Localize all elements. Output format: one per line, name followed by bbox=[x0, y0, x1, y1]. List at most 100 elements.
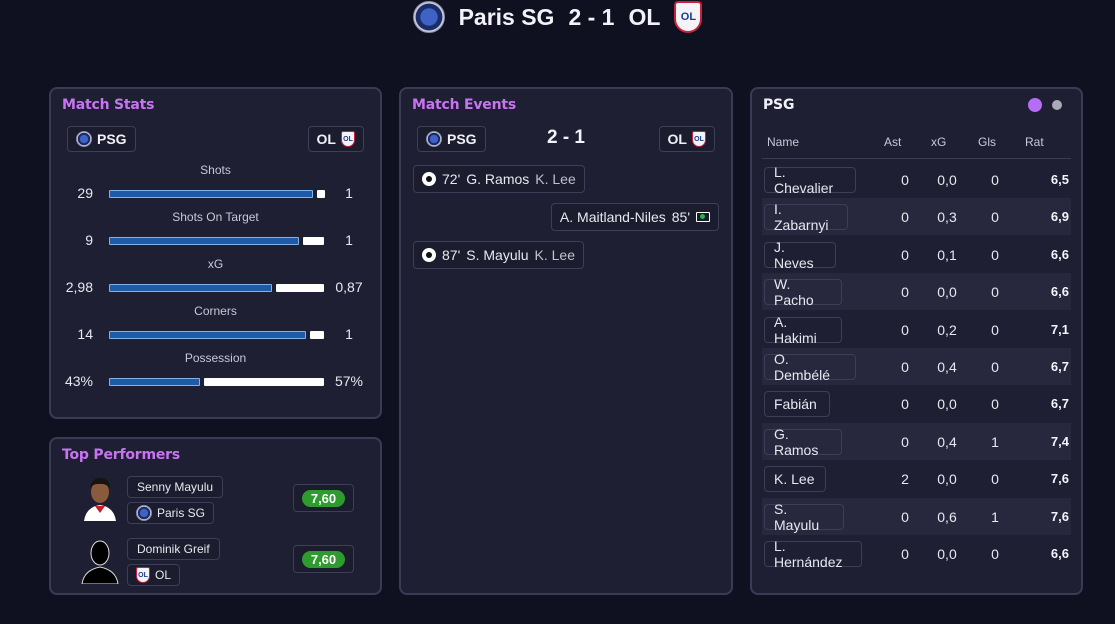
player-xg: 0,2 bbox=[937, 321, 957, 338]
stat-away-bar bbox=[317, 190, 325, 198]
top-performers-title: Top Performers bbox=[62, 447, 180, 463]
stat-label: Shots On Target bbox=[172, 210, 259, 224]
player-goals: 0 bbox=[991, 172, 999, 188]
player-name[interactable]: S. Mayulu bbox=[764, 501, 844, 533]
player-assists: 0 bbox=[901, 209, 909, 226]
player-rating: 7,6 bbox=[1050, 471, 1069, 487]
match-score: 2 - 1 bbox=[568, 3, 615, 30]
player-rating: 6,6 bbox=[1050, 246, 1069, 262]
event-substitution: A. Maitland-Niles 85' bbox=[550, 203, 719, 231]
table-row[interactable]: G. Ramos 0 0,4 1 7,4 bbox=[762, 422, 1071, 460]
table-row[interactable]: S. Mayulu 0 0,6 1 7,6 bbox=[762, 497, 1071, 535]
player-assists: 0 bbox=[901, 396, 909, 413]
away-team-abbr: OL bbox=[667, 131, 687, 147]
performer-team: Paris SG bbox=[127, 502, 215, 524]
player-goals: 1 bbox=[991, 508, 999, 525]
stat-home-bar bbox=[109, 237, 299, 245]
stat-home-value: 9 bbox=[85, 232, 93, 248]
column-header-rat: Rat bbox=[1025, 135, 1044, 149]
player-silhouette-avatar bbox=[81, 540, 119, 584]
stat-label: Possession bbox=[184, 351, 247, 365]
player-rating: 6,9 bbox=[1050, 209, 1069, 225]
table-row[interactable]: L. Hernández 0 0,0 0 6,6 bbox=[762, 535, 1071, 572]
player-name[interactable]: L. Hernández bbox=[764, 538, 862, 570]
player-assists: 0 bbox=[901, 546, 909, 562]
stat-away-bar bbox=[310, 331, 324, 339]
performer-rating: 7,60 bbox=[293, 484, 354, 512]
away-team-pill: OL OL bbox=[307, 126, 364, 152]
substitution-icon bbox=[696, 212, 710, 222]
player-goals: 0 bbox=[991, 209, 999, 226]
ol-crest-icon: OL bbox=[692, 131, 706, 147]
away-team-abbr: OL bbox=[316, 131, 336, 147]
player-rating: 7,4 bbox=[1050, 433, 1069, 449]
player-name[interactable]: A. Hakimi bbox=[764, 314, 842, 346]
team-toggle-active[interactable] bbox=[1028, 98, 1042, 112]
player-assists: 0 bbox=[901, 321, 909, 338]
performer-team: OL OL bbox=[127, 564, 181, 586]
player-goals: 0 bbox=[991, 396, 999, 413]
match-header: Paris SG 2 - 1 OL OL bbox=[0, 0, 1115, 34]
player-name[interactable]: G. Ramos bbox=[764, 426, 842, 458]
player-rating: 6,6 bbox=[1050, 284, 1069, 300]
stat-away-bar bbox=[276, 284, 324, 292]
stat-home-bar bbox=[109, 378, 200, 386]
player-goals: 0 bbox=[991, 471, 999, 488]
away-team-name: OL bbox=[628, 3, 661, 30]
player-xg: 0,0 bbox=[937, 471, 957, 488]
performer-rating: 7,60 bbox=[293, 545, 354, 573]
player-goals: 1 bbox=[991, 433, 999, 450]
psg-crest-icon bbox=[412, 1, 445, 33]
player-name[interactable]: L. Chevalier bbox=[764, 164, 856, 196]
player-name[interactable]: W. Pacho bbox=[764, 276, 842, 308]
stat-away-value: 57% bbox=[334, 373, 364, 389]
player-assists: 0 bbox=[901, 284, 909, 301]
player-xg: 0,0 bbox=[937, 284, 957, 301]
ol-crest-icon: OL bbox=[341, 131, 355, 147]
player-photo-avatar bbox=[78, 473, 122, 521]
stat-home-value: 43% bbox=[64, 373, 93, 389]
table-row[interactable]: A. Hakimi 0 0,2 0 7,1 bbox=[762, 311, 1071, 348]
player-name[interactable]: I. Zabarnyi bbox=[764, 201, 848, 233]
stat-home-value: 14 bbox=[77, 326, 93, 342]
player-name[interactable]: K. Lee bbox=[764, 466, 826, 493]
home-team-pill: PSG bbox=[67, 126, 136, 152]
player-rating: 6,6 bbox=[1050, 546, 1069, 561]
column-header-name: Name bbox=[767, 135, 800, 149]
ol-crest-icon: OL bbox=[136, 567, 150, 583]
performer-name: Dominik Greif bbox=[127, 538, 220, 560]
table-row[interactable]: J. Neves 0 0,1 0 6,6 bbox=[762, 236, 1071, 273]
player-name[interactable]: O. Dembélé bbox=[764, 351, 856, 383]
player-xg: 0,6 bbox=[937, 508, 957, 525]
team-toggle-inactive[interactable] bbox=[1052, 100, 1062, 110]
player-xg: 0,0 bbox=[937, 396, 957, 413]
table-row[interactable]: O. Dembélé 0 0,4 0 6,7 bbox=[762, 348, 1071, 385]
player-name[interactable]: J. Neves bbox=[764, 239, 836, 271]
table-row[interactable]: I. Zabarnyi 0 0,3 0 6,9 bbox=[762, 198, 1071, 236]
match-stats-title: Match Stats bbox=[62, 97, 155, 113]
player-xg: 0,0 bbox=[937, 546, 957, 562]
soccer-ball-icon bbox=[422, 248, 436, 262]
match-stats-panel: Match Stats PSG OL OL Shots 29 1 Shots On T… bbox=[49, 87, 382, 419]
player-rating: 7,6 bbox=[1050, 508, 1069, 524]
stat-home-value: 2,98 bbox=[65, 279, 93, 295]
player-goals: 0 bbox=[991, 246, 999, 263]
table-row[interactable]: W. Pacho 0 0,0 0 6,6 bbox=[762, 273, 1071, 311]
match-events-title: Match Events bbox=[412, 97, 516, 113]
table-row[interactable]: L. Chevalier 0 0,0 0 6,5 bbox=[762, 161, 1071, 198]
stat-home-bar bbox=[109, 190, 313, 198]
player-assists: 0 bbox=[901, 508, 909, 525]
home-team-name: Paris SG bbox=[458, 3, 555, 30]
event-goal: 72' G. Ramos K. Lee bbox=[413, 165, 585, 193]
player-rating: 6,5 bbox=[1050, 172, 1069, 187]
player-goals: 0 bbox=[991, 321, 999, 338]
table-row[interactable]: Fabián 0 0,0 0 6,7 bbox=[762, 385, 1071, 422]
stat-away-value: 1 bbox=[345, 232, 353, 248]
stat-away-value: 1 bbox=[345, 185, 353, 201]
performer-name: Senny Mayulu bbox=[127, 476, 224, 498]
table-row[interactable]: K. Lee 2 0,0 0 7,6 bbox=[762, 460, 1071, 497]
player-name[interactable]: Fabián bbox=[764, 391, 830, 418]
player-assists: 0 bbox=[901, 172, 909, 188]
soccer-ball-icon bbox=[422, 172, 436, 186]
stat-label: Corners bbox=[194, 304, 237, 318]
